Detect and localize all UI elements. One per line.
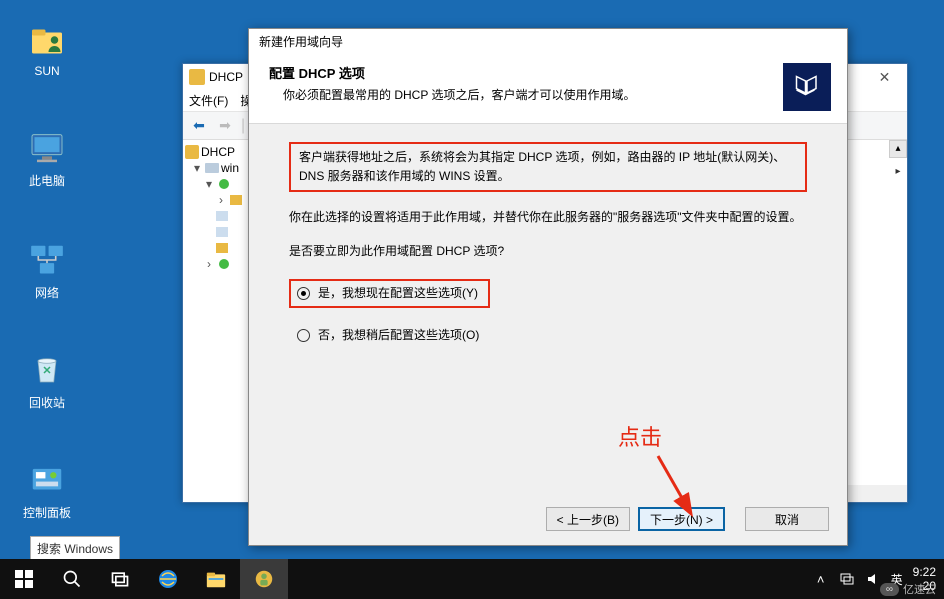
close-button[interactable]: ✕ xyxy=(862,64,907,90)
annotation-arrow-icon xyxy=(650,450,710,530)
desktop-icon-label: 控制面板 xyxy=(12,504,82,521)
desktop-icon-label: 回收站 xyxy=(12,394,82,411)
desktop-icon-control-panel[interactable]: 控制面板 xyxy=(12,460,82,521)
tree-ipv4[interactable]: ▾ xyxy=(185,176,250,192)
back-icon[interactable]: ⬅ xyxy=(189,116,209,136)
radio-option-no-row: 否，我想稍后配置这些选项(O) xyxy=(289,322,807,349)
recycle-bin-icon xyxy=(27,350,67,390)
task-view-button[interactable] xyxy=(96,559,144,599)
desktop-icon-label: 网络 xyxy=(12,284,82,301)
tree-item[interactable]: › xyxy=(185,192,250,208)
search-tooltip: 搜索 Windows xyxy=(30,536,120,561)
tree-item[interactable] xyxy=(185,208,250,224)
start-button[interactable] xyxy=(0,559,48,599)
radio-yes-label[interactable]: 是，我想现在配置这些选项(Y) xyxy=(318,284,478,303)
menu-file[interactable]: 文件(F) xyxy=(189,92,228,109)
scroll-right-indicator[interactable]: ▸ xyxy=(889,164,907,182)
desktop-icon-recycle-bin[interactable]: 回收站 xyxy=(12,350,82,411)
taskbar: ˄ 英 9:22 20 xyxy=(0,559,944,599)
new-scope-wizard-dialog: 新建作用域向导 配置 DHCP 选项 你必须配置最常用的 DHCP 选项之后，客… xyxy=(248,28,848,546)
tree-item[interactable] xyxy=(185,224,250,240)
back-button[interactable]: < 上一步(B) xyxy=(546,507,630,531)
folder-person-icon xyxy=(27,20,67,60)
watermark: ∞ 亿速云 xyxy=(880,581,936,597)
wizard-subheading: 你必须配置最常用的 DHCP 选项之后，客户端才可以使用作用域。 xyxy=(283,86,635,103)
watermark-logo-icon: ∞ xyxy=(880,583,899,596)
desktop-icon-sun[interactable]: SUN xyxy=(12,20,82,78)
wizard-heading: 配置 DHCP 选项 xyxy=(269,63,635,82)
taskbar-dhcp-app[interactable] xyxy=(240,559,288,599)
taskbar-ie[interactable] xyxy=(144,559,192,599)
desktop-icon-this-pc[interactable]: 此电脑 xyxy=(12,128,82,189)
radio-no[interactable] xyxy=(297,329,310,342)
control-panel-icon xyxy=(27,460,67,500)
wizard-info-2: 你在此选择的设置将适用于此作用域，并替代你在此服务器的"服务器选项"文件夹中配置… xyxy=(289,208,807,227)
forward-icon[interactable]: ➡ xyxy=(215,116,235,136)
cancel-button[interactable]: 取消 xyxy=(745,507,829,531)
dhcp-title-text: DHCP xyxy=(209,70,243,84)
tree-root[interactable]: DHCP xyxy=(185,144,250,160)
network-icon xyxy=(27,240,67,280)
radio-group: 是，我想现在配置这些选项(Y) 否，我想稍后配置这些选项(O) xyxy=(289,275,807,349)
search-button[interactable] xyxy=(48,559,96,599)
pc-icon xyxy=(27,128,67,168)
wizard-body: 客户端获得地址之后，系统将会为其指定 DHCP 选项，例如，路由器的 IP 地址… xyxy=(249,124,847,349)
wizard-header-icon xyxy=(783,63,831,111)
tray-chevron-up-icon[interactable]: ˄ xyxy=(813,571,829,587)
wizard-question: 是否要立即为此作用域配置 DHCP 选项? xyxy=(289,242,807,261)
scroll-up-button[interactable]: ▴ xyxy=(889,140,907,158)
taskbar-explorer[interactable] xyxy=(192,559,240,599)
radio-no-label[interactable]: 否，我想稍后配置这些选项(O) xyxy=(318,326,479,345)
annotation-click-label: 点击 xyxy=(618,420,662,452)
highlighted-info-box: 客户端获得地址之后，系统将会为其指定 DHCP 选项，例如，路由器的 IP 地址… xyxy=(289,142,807,192)
dhcp-title-icon xyxy=(189,69,205,85)
tree-ipv6[interactable]: › xyxy=(185,256,250,272)
radio-option-yes-row: 是，我想现在配置这些选项(Y) xyxy=(289,275,807,312)
desktop-icon-label: SUN xyxy=(12,64,82,78)
tree-server[interactable]: ▾win xyxy=(185,160,250,176)
tree-item[interactable] xyxy=(185,240,250,256)
radio-yes[interactable] xyxy=(297,287,310,300)
dhcp-tree[interactable]: DHCP ▾win ▾ › › xyxy=(183,140,253,502)
wizard-header: 配置 DHCP 选项 你必须配置最常用的 DHCP 选项之后，客户端才可以使用作… xyxy=(249,53,847,124)
wizard-title[interactable]: 新建作用域向导 xyxy=(249,29,847,53)
desktop-icon-network[interactable]: 网络 xyxy=(12,240,82,301)
wizard-info-1: 客户端获得地址之后，系统将会为其指定 DHCP 选项，例如，路由器的 IP 地址… xyxy=(299,150,785,183)
desktop-icon-label: 此电脑 xyxy=(12,172,82,189)
tray-network-icon[interactable] xyxy=(839,571,855,587)
tray-volume-icon[interactable] xyxy=(865,571,881,587)
